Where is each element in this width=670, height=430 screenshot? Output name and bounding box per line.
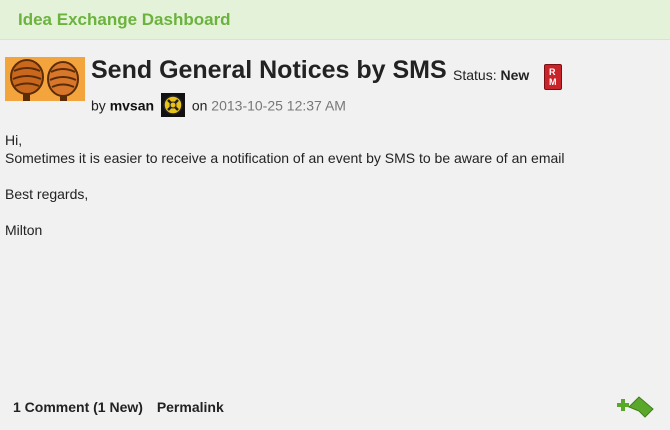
on-label: on — [191, 97, 208, 114]
status-label: Status: — [453, 67, 497, 83]
by-label: by — [91, 97, 106, 114]
status-badge-letter-r: R — [549, 67, 556, 77]
idea-footer: 1 Comment (1 New) Permalink — [13, 399, 224, 415]
body-line-blank — [5, 203, 645, 221]
author-avatar[interactable] — [5, 57, 85, 101]
post-date: 2013-10-25 12:37 AM — [211, 97, 346, 114]
rank-icon — [160, 93, 185, 117]
permalink-link[interactable]: Permalink — [157, 399, 224, 415]
status-badge-letter-m: M — [549, 77, 557, 87]
status-value[interactable]: New — [500, 67, 529, 83]
byline: by mvsan on 2013-10-25 12:37 AM — [91, 93, 346, 119]
dashboard-title[interactable]: Idea Exchange Dashboard — [18, 10, 231, 30]
body-line: Best regards, — [5, 186, 89, 202]
comments-link[interactable]: 1 Comment (1 New) — [13, 399, 143, 415]
idea-title[interactable]: Send General Notices by SMS — [91, 56, 447, 85]
body-line: Sometimes it is easier to receive a noti… — [5, 150, 565, 166]
kudo-plus-icon[interactable] — [615, 393, 655, 419]
body-line-blank — [5, 167, 645, 185]
status: Status: New — [453, 67, 529, 83]
status-badge: R M — [544, 64, 562, 90]
dashboard-header: Idea Exchange Dashboard — [0, 0, 670, 40]
body-line: Milton — [5, 222, 43, 238]
author-link[interactable]: mvsan — [110, 98, 154, 114]
idea-body: Hi, Sometimes it is easier to receive a … — [5, 131, 645, 239]
body-line: Hi, — [5, 132, 23, 148]
